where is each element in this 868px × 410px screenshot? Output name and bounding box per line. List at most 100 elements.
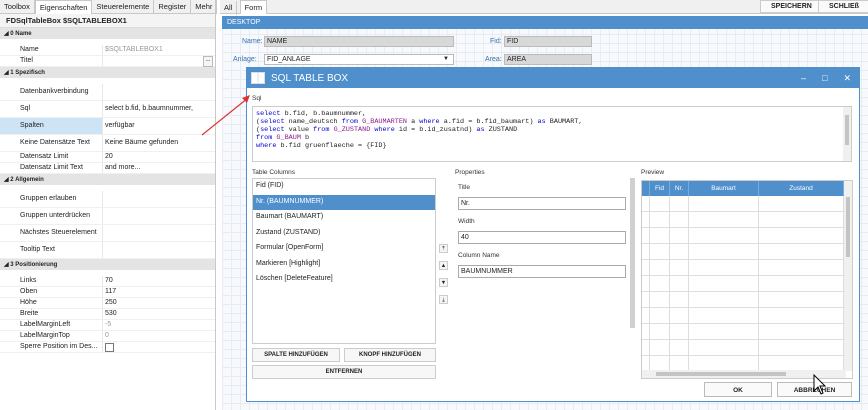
preview-cell[interactable]	[642, 340, 650, 356]
preview-cell[interactable]	[670, 276, 689, 292]
preview-cell[interactable]	[759, 276, 844, 292]
preview-cell[interactable]	[650, 276, 670, 292]
prop-value[interactable]: Keine Bäume gefunden	[102, 135, 215, 151]
list-item[interactable]: Markieren [Highlight]	[253, 257, 435, 273]
minimize-icon[interactable]: –	[801, 73, 806, 83]
prop-value[interactable]	[102, 84, 215, 100]
preview-cell[interactable]	[759, 244, 844, 260]
dialog-titlebar[interactable]: SQL TABLE BOX – □ ✕	[247, 68, 859, 88]
section-spezifisch[interactable]: ◢ 1 Spezifisch	[0, 67, 215, 78]
columns-list[interactable]: Fid (FID) Nr. (BAUMNUMMER) Baumart (BAUM…	[252, 178, 436, 344]
prop-value[interactable]: 0	[102, 331, 215, 341]
list-item[interactable]: Fid (FID)	[253, 179, 435, 195]
prop-value[interactable]: -5	[102, 320, 215, 330]
prop-row-name[interactable]: Name $SQLTABLEBOX1	[0, 45, 215, 56]
prop-row-gruppen-unterdruecken[interactable]: Gruppen unterdrücken	[0, 208, 215, 225]
prop-value[interactable]: 250	[102, 298, 215, 308]
preview-cell[interactable]	[642, 276, 650, 292]
preview-cell[interactable]	[642, 244, 650, 260]
tab-all[interactable]: All	[220, 1, 238, 15]
preview-header-baumart[interactable]: Baumart	[689, 181, 759, 196]
prop-row-oben[interactable]: Oben 117	[0, 287, 215, 298]
prop-value[interactable]	[102, 208, 215, 224]
prop-value[interactable]	[102, 56, 215, 66]
prop-row-sql[interactable]: Sql select b.fid, b.baumnummer,	[0, 101, 215, 118]
move-bottom-icon[interactable]: ⤓	[439, 295, 448, 304]
preview-cell[interactable]	[670, 292, 689, 308]
prop-row-tooltip[interactable]: Tooltip Text	[0, 242, 215, 259]
preview-cell[interactable]	[650, 244, 670, 260]
section-allgemein[interactable]: ◢ 2 Allgemein	[0, 174, 215, 185]
prop-value[interactable]	[102, 225, 215, 241]
preview-cell[interactable]	[670, 244, 689, 260]
add-column-button[interactable]: SPALTE HINZUFÜGEN	[252, 348, 340, 362]
fid-field[interactable]: FID	[504, 36, 592, 47]
prop-value[interactable]: 117	[102, 287, 215, 297]
remove-button[interactable]: ENTFERNEN	[252, 365, 436, 379]
list-item[interactable]: Löschen [DeleteFeature]	[253, 272, 435, 288]
prop-value[interactable]: 70	[102, 276, 215, 286]
preview-cell[interactable]	[689, 260, 759, 276]
preview-cell[interactable]	[650, 260, 670, 276]
preview-cell[interactable]	[689, 340, 759, 356]
preview-cell[interactable]	[670, 260, 689, 276]
tab-toolbox[interactable]: Toolbox	[0, 0, 35, 14]
preview-header-zustand[interactable]: Zustand	[759, 181, 844, 196]
prop-value[interactable]: $SQLTABLEBOX1	[102, 45, 215, 55]
prop-value[interactable]	[102, 242, 215, 258]
prop-value[interactable]	[102, 342, 215, 352]
preview-cell[interactable]	[759, 260, 844, 276]
list-item[interactable]: Baumart (BAUMART)	[253, 210, 435, 226]
preview-cell[interactable]	[670, 324, 689, 340]
list-item[interactable]: Nr. (BAUMNUMMER)	[253, 194, 435, 210]
prop-row-keine-datensaetze[interactable]: Keine Datensätze Text Keine Bäume gefunde…	[0, 135, 215, 152]
title-input[interactable]: Nr.	[458, 197, 626, 210]
add-button-button[interactable]: KNOPF HINZUFÜGEN	[344, 348, 436, 362]
prop-row-gruppen-erlauben[interactable]: Gruppen erlauben	[0, 191, 215, 208]
preview-cell[interactable]	[759, 292, 844, 308]
preview-cell[interactable]	[759, 324, 844, 340]
section-positionierung[interactable]: ◢ 3 Positionierung	[0, 259, 215, 270]
preview-cell[interactable]	[689, 244, 759, 260]
preview-cell[interactable]	[759, 212, 844, 228]
move-down-icon[interactable]: ▼	[439, 278, 448, 287]
prop-value[interactable]: 530	[102, 309, 215, 319]
preview-cell[interactable]	[650, 340, 670, 356]
preview-header-nr[interactable]: Nr.	[670, 181, 689, 196]
preview-cell[interactable]	[670, 196, 689, 212]
preview-cell[interactable]	[670, 340, 689, 356]
preview-cell[interactable]	[650, 324, 670, 340]
prop-value[interactable]: and more...	[102, 163, 215, 173]
ok-button[interactable]: OK	[704, 382, 772, 397]
tab-form[interactable]: Form	[239, 0, 268, 14]
tab-mehr[interactable]: Mehr	[191, 0, 218, 14]
list-item[interactable]: Formular [OpenForm]	[253, 241, 435, 257]
preview-cell[interactable]	[670, 212, 689, 228]
sql-scrollbar[interactable]	[843, 107, 851, 161]
move-up-icon[interactable]: ▲	[439, 261, 448, 270]
anlage-select[interactable]: FID_ANLAGE ▼	[264, 54, 454, 65]
prop-value[interactable]	[102, 191, 215, 207]
preview-cell[interactable]	[759, 228, 844, 244]
preview-cell[interactable]	[689, 308, 759, 324]
preview-cell[interactable]	[670, 308, 689, 324]
preview-cell[interactable]	[642, 308, 650, 324]
prop-row-sperre[interactable]: Sperre Position im Des...	[0, 342, 215, 353]
column-name-input[interactable]: BAUMNUMMER	[458, 265, 626, 278]
preview-cell[interactable]	[759, 308, 844, 324]
tab-register[interactable]: Register	[154, 0, 192, 14]
preview-cell[interactable]	[642, 212, 650, 228]
prop-row-links[interactable]: Links 70	[0, 276, 215, 287]
preview-cell[interactable]	[689, 212, 759, 228]
sql-editor[interactable]: select b.fid, b.baumnummer, (select name…	[252, 106, 852, 162]
prop-value[interactable]: verfügbar	[102, 118, 215, 134]
area-field[interactable]: AREA	[504, 54, 592, 65]
move-top-icon[interactable]: ⤒	[439, 244, 448, 253]
ellipsis-button[interactable]: ...	[203, 56, 213, 67]
prop-row-limit-text[interactable]: Datensatz Limit Text and more...	[0, 163, 215, 174]
preview-cell[interactable]	[642, 260, 650, 276]
lock-checkbox[interactable]	[105, 343, 114, 352]
preview-cell[interactable]	[689, 276, 759, 292]
preview-cell[interactable]	[689, 196, 759, 212]
preview-cell[interactable]	[650, 228, 670, 244]
